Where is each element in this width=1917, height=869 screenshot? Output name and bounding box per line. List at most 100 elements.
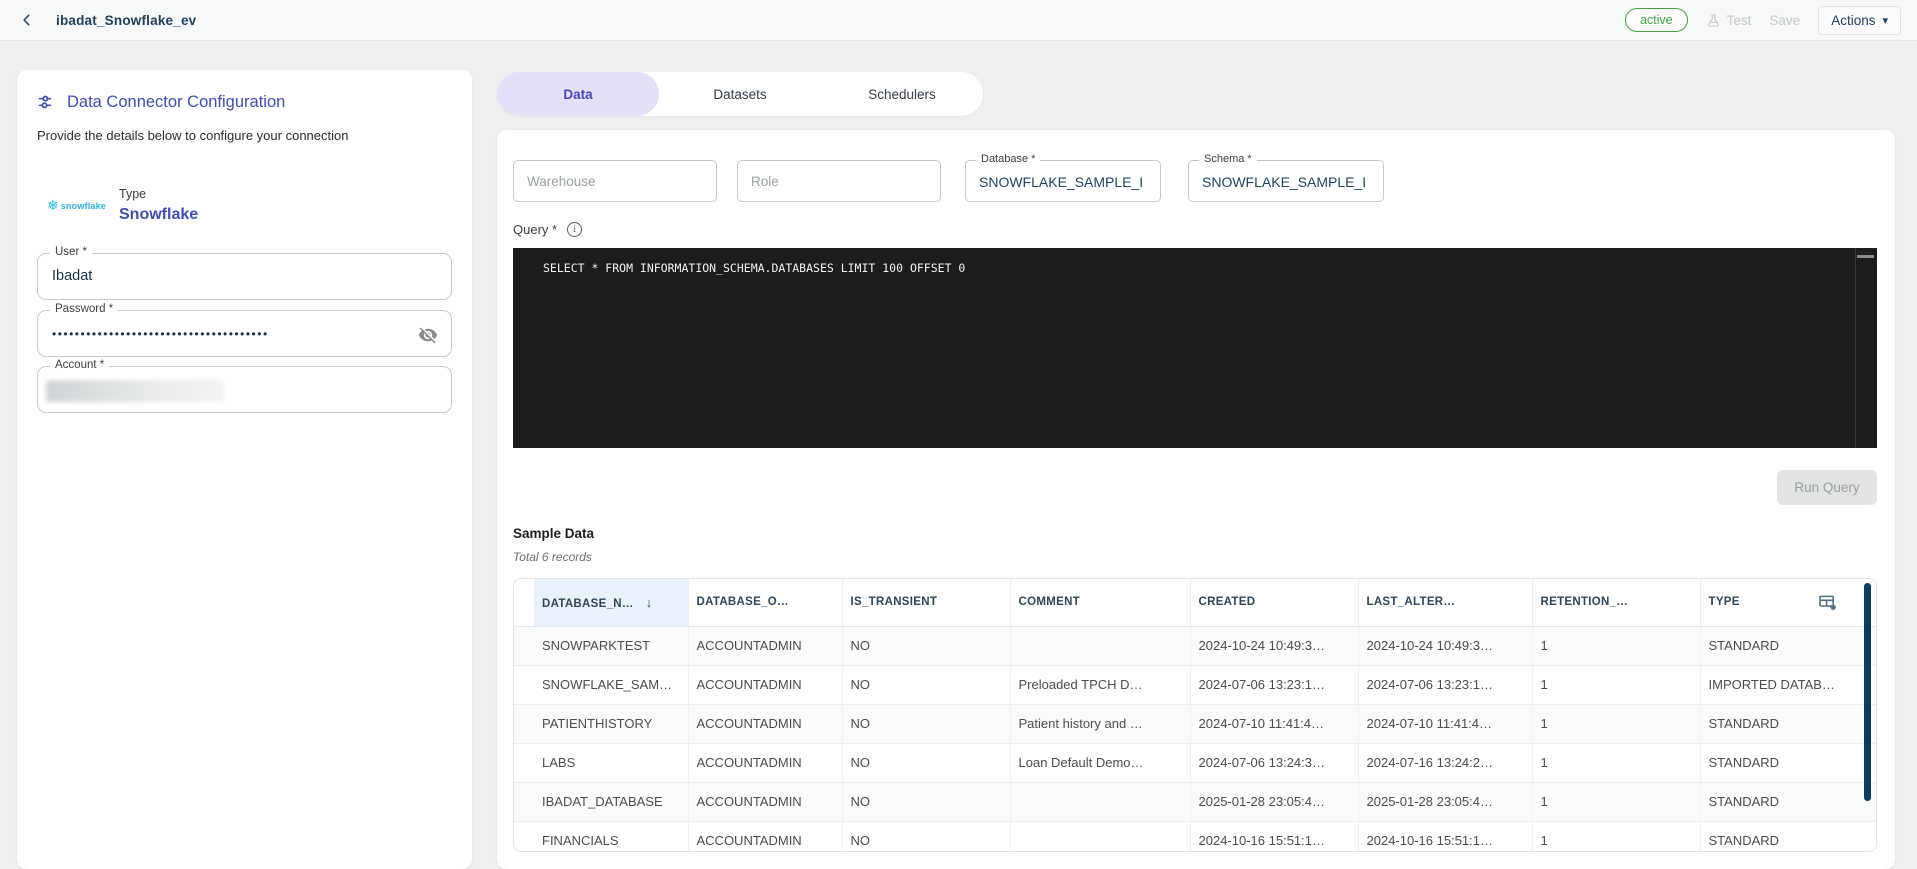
table-cell: IBADAT_DATABASE xyxy=(534,782,689,822)
table-cell: Preloaded TPCH D… xyxy=(1010,665,1191,705)
table-cell: IMPORTED DATAB… xyxy=(1700,665,1876,705)
table-cell: 2024-07-06 13:24:3… xyxy=(1190,743,1359,783)
warehouse-input[interactable] xyxy=(514,161,716,201)
tab-schedulers[interactable]: Schedulers xyxy=(821,72,983,116)
connector-type-row: ❄ snowflake Type Snowflake xyxy=(47,187,452,224)
back-button[interactable] xyxy=(16,9,38,31)
table-cell: ACCOUNTADMIN xyxy=(688,704,843,744)
column-header-label: DATABASE_N… xyxy=(542,597,634,610)
column-header-label: IS_TRANSIENT xyxy=(850,596,938,609)
save-button[interactable]: Save xyxy=(1769,13,1800,28)
password-field-value: •••••••••••••••••••••••••••••••••••••• xyxy=(52,327,269,341)
table-header-gutter xyxy=(514,579,534,627)
table-cell: LABS xyxy=(534,743,689,783)
table-cell: NO xyxy=(842,665,1011,705)
table-cell: 2024-07-10 11:41:4… xyxy=(1190,704,1359,744)
table-cell-gutter xyxy=(514,821,534,851)
table-cell: 2024-10-16 15:51:1… xyxy=(1358,821,1533,851)
sample-data-record-count: Total 6 records xyxy=(513,550,592,564)
table-cell: 2025-01-28 23:05:4… xyxy=(1358,782,1533,822)
actions-button-label: Actions xyxy=(1831,12,1876,28)
query-code-editor[interactable]: SELECT * FROM INFORMATION_SCHEMA.DATABAS… xyxy=(513,248,1877,448)
column-header-last-alter[interactable]: LAST_ALTER… xyxy=(1358,579,1533,627)
flask-icon xyxy=(1707,13,1719,27)
table-cell: STANDARD xyxy=(1700,743,1876,783)
status-badge: active xyxy=(1624,8,1688,32)
role-field[interactable] xyxy=(737,160,941,202)
column-header-created[interactable]: CREATED xyxy=(1190,579,1359,627)
save-button-label: Save xyxy=(1769,12,1801,28)
table-cell-gutter xyxy=(514,626,534,666)
password-field[interactable]: Password * •••••••••••••••••••••••••••••… xyxy=(37,303,452,357)
password-field-label: Password * xyxy=(50,303,119,315)
table-cell: 2024-07-06 13:23:1… xyxy=(1358,665,1533,705)
table-cell-gutter xyxy=(514,665,534,705)
tab-datasets[interactable]: Datasets xyxy=(659,72,821,116)
table-row[interactable]: LABS ACCOUNTADMIN NO Loan Default Demo… 2024… xyxy=(514,743,1876,783)
column-header-is-transient[interactable]: IS_TRANSIENT xyxy=(842,579,1011,627)
table-cell: ACCOUNTADMIN xyxy=(688,626,843,666)
table-cell: ACCOUNTADMIN xyxy=(688,743,843,783)
table-row[interactable]: FINANCIALS ACCOUNTADMIN NO 2024-10-16 15:51… xyxy=(514,821,1876,851)
tune-icon xyxy=(38,95,52,109)
schema-field[interactable]: Schema * SNOWFLAKE_SAMPLE_I xyxy=(1188,153,1384,202)
user-field-label: User * xyxy=(50,246,92,258)
column-header-database-n[interactable]: DATABASE_N… ↓ xyxy=(534,579,689,627)
column-settings-icon[interactable] xyxy=(1817,592,1838,618)
sort-descending-icon[interactable]: ↓ xyxy=(646,595,653,610)
actions-button[interactable]: Actions ▾ xyxy=(1818,5,1901,35)
column-header-label: COMMENT xyxy=(1018,596,1081,609)
table-cell: STANDARD xyxy=(1700,782,1876,822)
column-header-label: CREATED xyxy=(1198,596,1256,609)
table-cell xyxy=(1010,782,1191,822)
editor-scrollbar-thumb[interactable] xyxy=(1857,255,1874,258)
info-icon[interactable]: i xyxy=(567,222,583,237)
top-bar: ibadat_Snowflake_ev active Test Save Act… xyxy=(0,0,1917,41)
tab-data[interactable]: Data xyxy=(497,72,659,116)
column-header-database-o[interactable]: DATABASE_O… xyxy=(688,579,843,627)
table-cell: ACCOUNTADMIN xyxy=(688,782,843,822)
table-cell: NO xyxy=(842,782,1011,822)
table-row[interactable]: IBADAT_DATABASE ACCOUNTADMIN NO 2025-01-28 … xyxy=(514,782,1876,822)
test-button[interactable]: Test xyxy=(1706,12,1752,28)
table-row[interactable]: SNOWPARKTEST ACCOUNTADMIN NO 2024-10-24 10:… xyxy=(514,626,1876,666)
table-scrollbar-thumb[interactable] xyxy=(1864,583,1871,801)
account-field-label: Account * xyxy=(50,359,110,371)
table-cell: 1 xyxy=(1532,821,1701,851)
config-header: Data Connector Configuration xyxy=(37,92,452,112)
column-header-type[interactable]: TYPE xyxy=(1700,579,1876,627)
tab-bar: Data Datasets Schedulers xyxy=(497,72,983,116)
run-query-button[interactable]: Run Query xyxy=(1777,470,1877,505)
account-field[interactable]: Account * xyxy=(37,359,452,413)
column-header-comment[interactable]: COMMENT xyxy=(1010,579,1191,627)
table-cell: NO xyxy=(842,821,1011,851)
warehouse-field[interactable] xyxy=(513,160,717,202)
config-panel: Data Connector Configuration Provide the… xyxy=(17,70,472,869)
table-cell-gutter xyxy=(514,743,534,783)
table-cell: SNOWFLAKE_SAM… xyxy=(534,665,689,705)
table-row[interactable]: PATIENTHISTORY ACCOUNTADMIN NO Patient hist… xyxy=(514,704,1876,744)
toggle-password-visibility-button[interactable] xyxy=(413,320,443,350)
schema-field-label: Schema * xyxy=(1199,153,1257,165)
chevron-down-icon: ▾ xyxy=(1882,14,1888,27)
schema-field-value: SNOWFLAKE_SAMPLE_I xyxy=(1202,174,1367,190)
snowflake-logo: ❄ snowflake xyxy=(47,197,107,213)
eye-off-icon xyxy=(418,327,438,344)
table-cell: ACCOUNTADMIN xyxy=(688,821,843,851)
database-field[interactable]: Database * SNOWFLAKE_SAMPLE_I xyxy=(965,153,1161,202)
test-button-label: Test xyxy=(1726,12,1752,28)
table-row[interactable]: SNOWFLAKE_SAM… ACCOUNTADMIN NO Preloaded TP… xyxy=(514,665,1876,705)
table-cell: PATIENTHISTORY xyxy=(534,704,689,744)
table-cell: 1 xyxy=(1532,704,1701,744)
user-field[interactable]: User * Ibadat xyxy=(37,246,452,300)
column-header-retention[interactable]: RETENTION_… xyxy=(1532,579,1701,627)
database-field-label: Database * xyxy=(976,153,1041,165)
table-cell: SNOWPARKTEST xyxy=(534,626,689,666)
account-field-redacted-value xyxy=(46,380,224,402)
table-cell: NO xyxy=(842,743,1011,783)
role-input[interactable] xyxy=(738,161,940,201)
table-cell: 2024-07-10 11:41:4… xyxy=(1358,704,1533,744)
table-cell: 2024-10-24 10:49:3… xyxy=(1358,626,1533,666)
table-cell-gutter xyxy=(514,782,534,822)
table-cell: 2024-10-24 10:49:3… xyxy=(1190,626,1359,666)
